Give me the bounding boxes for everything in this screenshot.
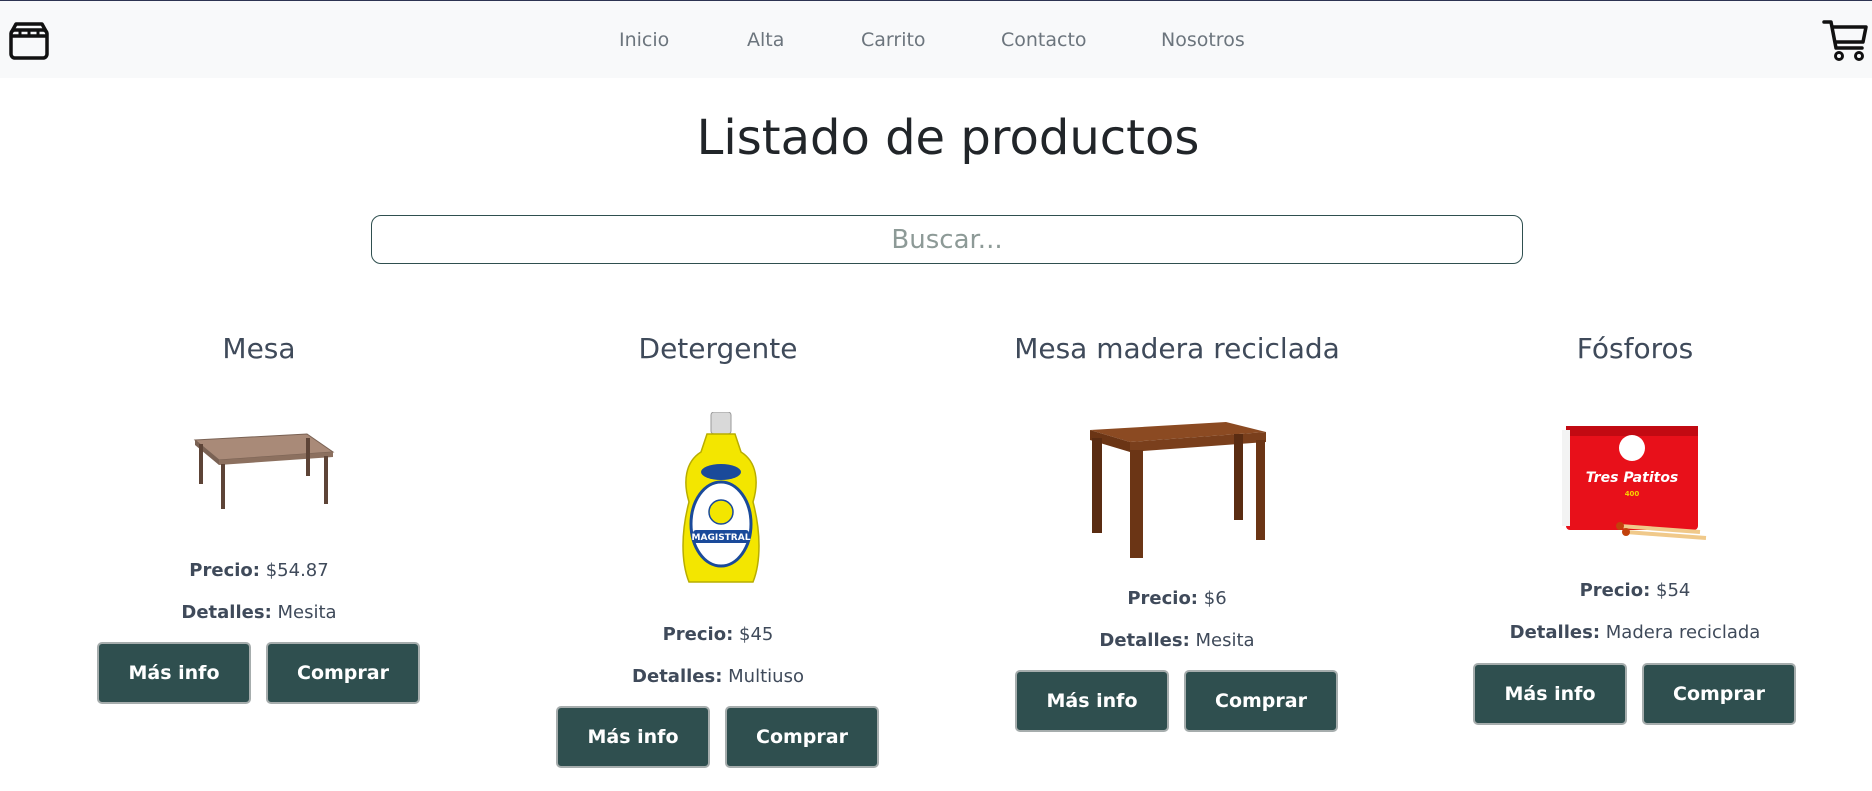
product-card: Mesa madera reciclada Precio: $6 Detalle… xyxy=(947,332,1407,782)
price-line: Precio: $54 xyxy=(1405,580,1865,601)
buy-button[interactable]: Comprar xyxy=(725,706,879,768)
price-label: Precio: xyxy=(189,560,260,581)
details-label: Detalles: xyxy=(1099,630,1190,651)
price-label: Precio: xyxy=(1127,588,1199,609)
matchbox-count-text: 400 xyxy=(1625,490,1640,498)
price-value: $54.87 xyxy=(265,560,329,581)
more-info-button[interactable]: Más info xyxy=(1015,670,1169,732)
shopping-cart-icon[interactable] xyxy=(1822,18,1868,62)
price-label: Precio: xyxy=(662,624,734,645)
nav-link-alta[interactable]: Alta xyxy=(747,29,784,51)
wooden-table-image xyxy=(1090,422,1266,558)
price-line: Precio: $54.87 xyxy=(29,560,489,581)
details-value: Mesita xyxy=(277,602,337,623)
details-label: Detalles: xyxy=(1509,622,1601,643)
search-input[interactable] xyxy=(371,215,1523,264)
nav-link-nosotros[interactable]: Nosotros xyxy=(1161,29,1245,51)
price-label: Precio: xyxy=(1579,580,1651,601)
details-line: Detalles: Madera reciclada xyxy=(1405,622,1865,643)
nav-link-carrito[interactable]: Carrito xyxy=(861,29,926,51)
matchbox-brand-text: Tres Patitos xyxy=(1586,470,1679,486)
price-value: $6 xyxy=(1203,588,1227,609)
more-info-button[interactable]: Más info xyxy=(1473,663,1627,725)
buy-button[interactable]: Comprar xyxy=(266,642,420,704)
nav-links: Inicio Alta Carrito Contacto Nosotros xyxy=(0,29,1872,57)
nav-link-contacto[interactable]: Contacto xyxy=(1001,29,1087,51)
details-line: Detalles: Multiuso xyxy=(488,666,948,687)
product-name: Fósforos xyxy=(1576,332,1694,365)
navbar: Inicio Alta Carrito Contacto Nosotros xyxy=(0,1,1872,78)
details-line: Detalles: Mesita xyxy=(29,602,489,623)
details-value: Mesita xyxy=(1195,630,1255,651)
price-line: Precio: $45 xyxy=(488,624,948,645)
details-label: Detalles: xyxy=(632,666,723,687)
product-name: Detergente xyxy=(638,332,798,365)
product-name: Mesa madera reciclada xyxy=(1014,332,1340,365)
details-value: Multiuso xyxy=(728,666,804,687)
buy-button[interactable]: Comprar xyxy=(1184,670,1338,732)
product-card: Detergente MAGISTRAL Precio: $45 Detalle… xyxy=(488,332,948,782)
product-card: Fósforos Tres Patitos 400 Precio: $54 De… xyxy=(1405,332,1865,782)
detergent-bottle-image: MAGISTRAL xyxy=(682,412,760,583)
price-value: $54 xyxy=(1656,580,1691,601)
price-line: Precio: $6 xyxy=(947,588,1407,609)
page-title: Listado de productos xyxy=(696,110,1200,166)
buy-button[interactable]: Comprar xyxy=(1642,663,1796,725)
more-info-button[interactable]: Más info xyxy=(97,642,251,704)
details-value: Madera reciclada xyxy=(1605,622,1761,643)
matchbox-image: Tres Patitos 400 xyxy=(1562,426,1707,540)
product-card: Mesa Precio: $54.87 Detalles: Mesita Más… xyxy=(29,332,489,782)
detergent-logo-text: MAGISTRAL xyxy=(692,533,751,543)
price-value: $45 xyxy=(739,624,774,645)
more-info-button[interactable]: Más info xyxy=(556,706,710,768)
nav-link-inicio[interactable]: Inicio xyxy=(619,29,669,51)
details-line: Detalles: Mesita xyxy=(947,630,1407,651)
product-name: Mesa xyxy=(222,332,296,365)
table-image xyxy=(193,433,335,509)
details-label: Detalles: xyxy=(181,602,272,623)
